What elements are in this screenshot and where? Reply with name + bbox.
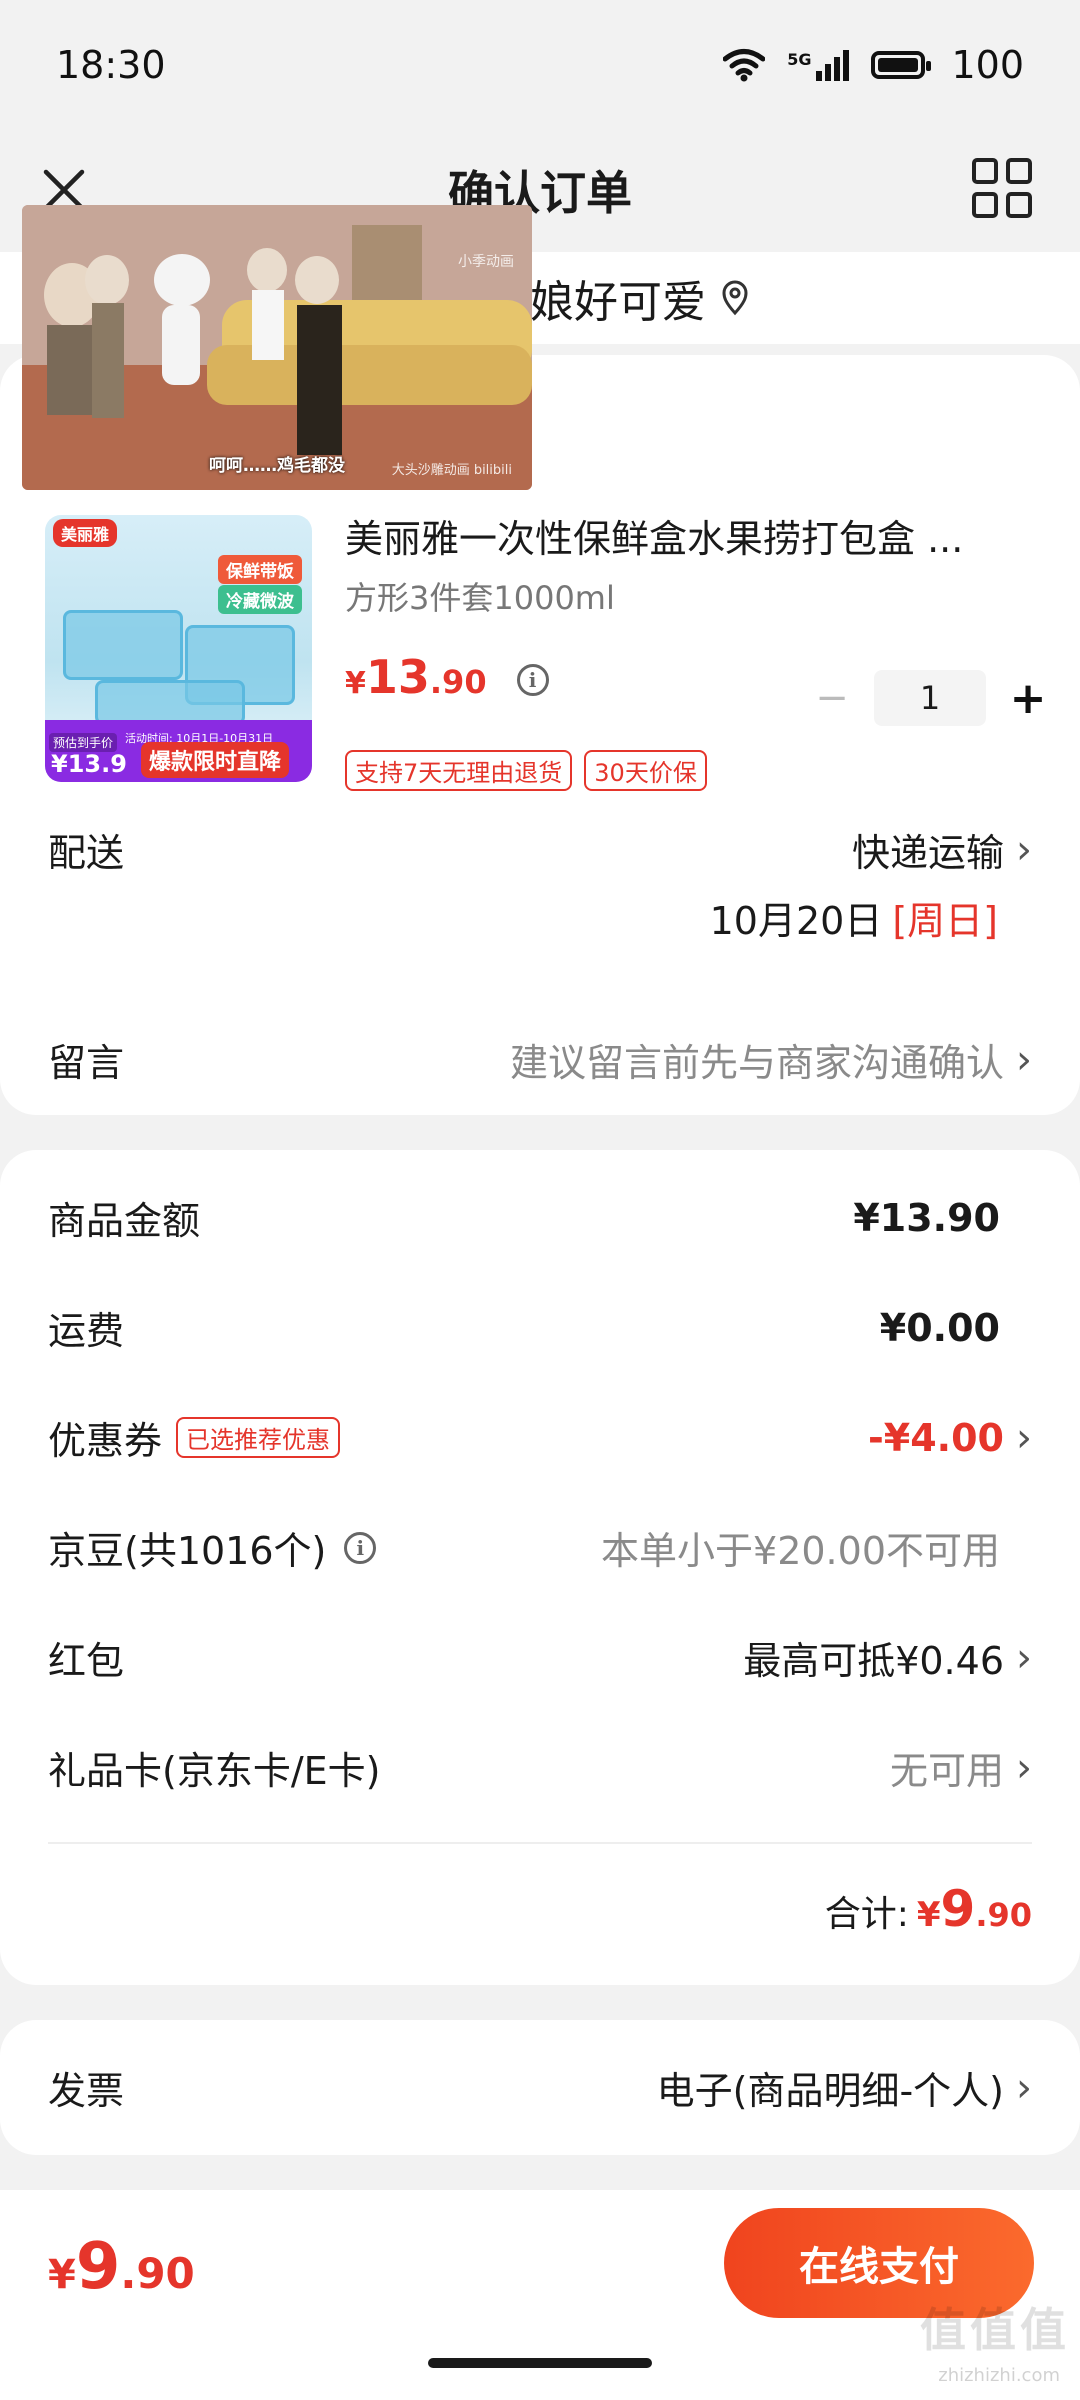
divider: [48, 1842, 1032, 1844]
product-image-tag: 冷藏微波: [218, 585, 302, 614]
red-packet-value: 最高可抵¥0.46: [743, 1639, 1004, 1683]
decrease-button[interactable]: −: [810, 675, 854, 721]
video-watermark: 小季动画: [458, 254, 514, 270]
video-caption: 呵呵……鸡毛都没: [209, 456, 345, 476]
coupon-label: 优惠券: [48, 1419, 163, 1463]
gift-card-value: 无可用: [889, 1749, 1004, 1793]
quantity-value[interactable]: 1: [874, 670, 986, 726]
status-icons: 5G 100: [723, 43, 1024, 87]
signal-icon: 5G: [787, 49, 850, 81]
product-image-tag: 保鲜带饭: [218, 555, 302, 584]
delivery-label: 配送: [48, 831, 125, 875]
coupon-tag: 已选推荐优惠: [176, 1417, 341, 1458]
video-frame: [22, 205, 532, 490]
home-indicator[interactable]: [428, 2358, 652, 2368]
service-badges: 支持7天无理由退货 30天价保: [345, 750, 707, 791]
status-time: 18:30: [56, 43, 166, 87]
jd-beans-label: 京豆(共1016个): [48, 1529, 327, 1573]
total-amount: ¥ 9 .90: [916, 1880, 1032, 1938]
chevron-right-icon: ›: [1016, 1744, 1032, 1791]
delivery-date: 10月20日 [周日]: [709, 899, 998, 943]
goods-amount-value: ¥13.90: [853, 1195, 1000, 1240]
wifi-icon: [723, 49, 766, 82]
gift-card-row[interactable]: 礼品卡(京东卡/E卡) 无可用 ›: [48, 1740, 1032, 1795]
battery-level: 100: [951, 43, 1024, 87]
site-watermark-url: zhizhizhi.com: [938, 2365, 1060, 2386]
checkout-total: ¥ 9 .90: [48, 2230, 195, 2304]
product-price: ¥ 13 .90 i: [345, 650, 549, 704]
shipping-label: 运费: [48, 1309, 125, 1353]
total-row: 合计: ¥ 9 .90: [825, 1880, 1032, 1938]
location-pin-icon: [722, 280, 748, 316]
message-label: 留言: [48, 1041, 125, 1085]
delivery-method: 快递运输: [851, 831, 1004, 875]
invoice-label: 发票: [48, 2069, 125, 2113]
chevron-right-icon: ›: [1016, 1414, 1032, 1461]
message-placeholder: 建议留言前先与商家沟通确认: [509, 1041, 1004, 1085]
increase-button[interactable]: +: [1006, 673, 1050, 724]
goods-amount-row: 商品金额 ¥13.90: [48, 1190, 1032, 1245]
container-graphic: [95, 680, 245, 725]
checkout-bar: ¥ 9 .90 在线支付: [0, 2190, 1080, 2400]
red-packet-label: 红包: [48, 1639, 125, 1683]
red-packet-row[interactable]: 红包 最高可抵¥0.46 ›: [48, 1630, 1032, 1685]
jd-beans-value: 本单小于¥20.00不可用: [601, 1529, 1000, 1573]
price-protect-badge: 30天价保: [584, 750, 707, 791]
total-label: 合计:: [824, 1894, 909, 1935]
chevron-right-icon: ›: [1016, 1036, 1032, 1083]
status-bar: 18:30 5G 100: [0, 0, 1080, 130]
floating-video[interactable]: 小季动画 大头沙雕动画 bilibili 呵呵……鸡毛都没: [22, 205, 532, 490]
gift-card-label: 礼品卡(京东卡/E卡): [48, 1749, 381, 1793]
chevron-right-icon: ›: [1016, 1634, 1032, 1681]
delivery-row[interactable]: 配送 快递运输 ›: [48, 822, 1032, 877]
product-image[interactable]: 美丽雅 保鲜带饭 冷藏微波 预估到手价 活动时间: 10月1日-10月31日 ¥…: [45, 515, 312, 782]
product-title[interactable]: 美丽雅一次性保鲜盒水果捞打包盒 ...: [345, 508, 1005, 563]
container-graphic: [63, 610, 183, 680]
address-text: 娘好可爱: [530, 277, 706, 328]
invoice-value: 电子(商品明细-个人): [656, 2069, 1004, 2113]
shipping-row: 运费 ¥0.00: [48, 1300, 1032, 1355]
goods-amount-label: 商品金额: [48, 1199, 201, 1243]
product-spec: 方形3件套1000ml: [345, 579, 615, 617]
chevron-right-icon: ›: [1016, 2064, 1032, 2111]
product-brand-logo: 美丽雅: [53, 519, 118, 547]
coupon-value: -¥4.00: [868, 1415, 1004, 1460]
shipping-value: ¥0.00: [879, 1305, 1000, 1350]
grid-menu-icon[interactable]: [972, 158, 1032, 218]
return-policy-badge: 支持7天无理由退货: [345, 750, 573, 791]
beans-info-icon[interactable]: i: [344, 1531, 377, 1564]
battery-icon: [871, 51, 932, 79]
jd-beans-row: 京豆(共1016个) i 本单小于¥20.00不可用: [48, 1520, 1032, 1575]
chevron-right-icon: ›: [1016, 826, 1032, 873]
quantity-stepper: − 1 +: [810, 670, 1050, 726]
product-image-promo-bar: 预估到手价 活动时间: 10月1日-10月31日 ¥13.9 爆款限时直降: [45, 720, 312, 782]
invoice-row[interactable]: 发票 电子(商品明细-个人) ›: [48, 2060, 1032, 2115]
message-row[interactable]: 留言 建议留言前先与商家沟通确认 ›: [48, 1032, 1032, 1087]
site-watermark: 值值值: [920, 2303, 1070, 2357]
price-info-icon[interactable]: i: [516, 664, 549, 696]
coupon-row[interactable]: 优惠券 已选推荐优惠 -¥4.00 ›: [48, 1410, 1032, 1465]
